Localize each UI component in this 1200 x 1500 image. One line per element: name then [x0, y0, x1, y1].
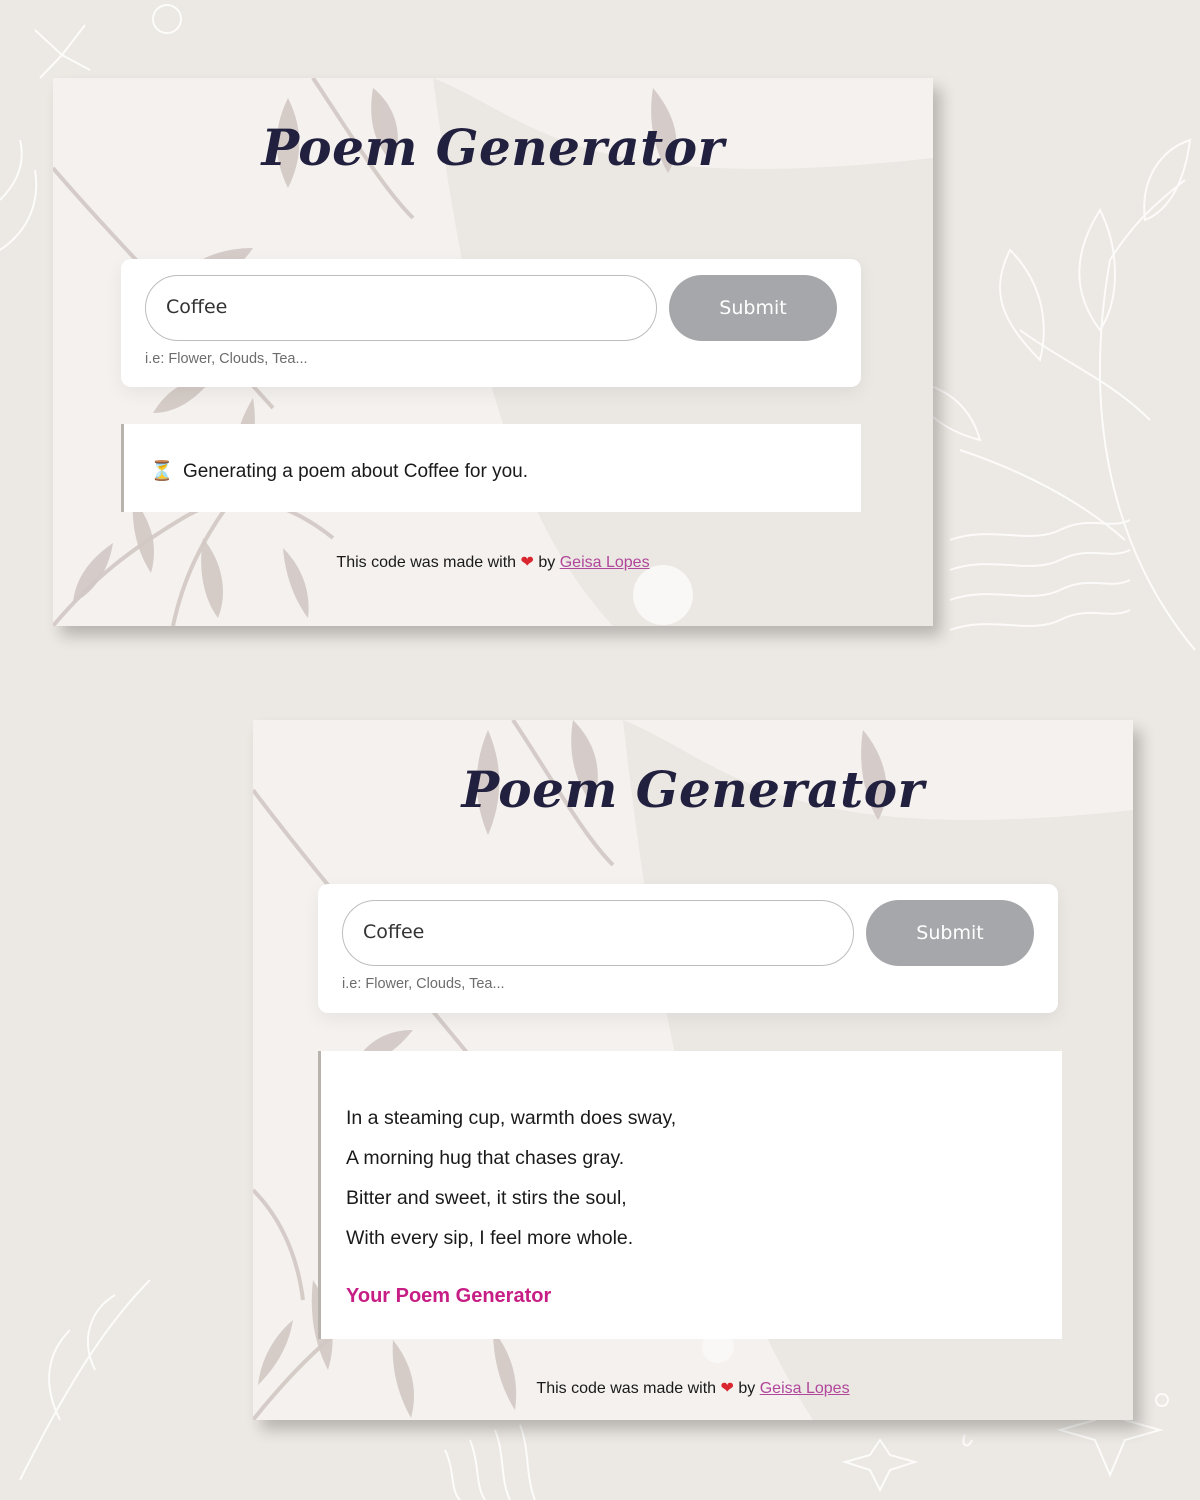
poem-line: A morning hug that chases gray.	[346, 1147, 625, 1169]
poem-line: With every sip, I feel more whole.	[346, 1227, 634, 1249]
poem-line: Bitter and sweet, it stirs the soul,	[346, 1187, 627, 1209]
poem-output-box: ⏳ Generating a poem about Coffee for you…	[121, 424, 861, 512]
footer-text: This code was made with	[536, 1380, 717, 1397]
poem-generator-card-result: Poem Generator Coffee Submit i.e: Flower…	[253, 720, 1133, 1420]
poem-signature: Your Poem Generator	[346, 1285, 552, 1307]
poem-line: In a steaming cup, warmth does sway,	[346, 1107, 677, 1129]
author-link[interactable]: Geisa Lopes	[560, 554, 650, 571]
footer-by: by	[738, 1380, 756, 1397]
input-hint: i.e: Flower, Clouds, Tea...	[145, 351, 308, 367]
page-title: Poem Generator	[261, 118, 725, 177]
hourglass-icon: ⏳	[150, 461, 174, 482]
loading-text: Generating a poem about Coffee for you.	[182, 461, 528, 482]
poem-output-box: In a steaming cup, warmth does sway, A m…	[318, 1051, 1062, 1339]
heart-icon: ❤	[520, 554, 534, 571]
footer-by: by	[538, 554, 556, 571]
footer: This code was made with ❤ by Geisa Lopes	[253, 1378, 1133, 1398]
search-form: Coffee Submit i.e: Flower, Clouds, Tea..…	[121, 259, 861, 387]
loading-message: ⏳ Generating a poem about Coffee for you…	[150, 459, 528, 483]
search-form: Coffee Submit i.e: Flower, Clouds, Tea..…	[318, 884, 1058, 1013]
submit-button[interactable]: Submit	[866, 900, 1034, 966]
poem-text: In a steaming cup, warmth does sway, A m…	[346, 1107, 676, 1267]
footer: This code was made with ❤ by Geisa Lopes	[53, 552, 933, 572]
heart-icon: ❤	[720, 1380, 734, 1397]
topic-input[interactable]: Coffee	[145, 275, 657, 341]
poem-generator-card-loading: Poem Generator Coffee Submit i.e: Flower…	[53, 78, 933, 626]
input-hint: i.e: Flower, Clouds, Tea...	[342, 976, 505, 992]
author-link[interactable]: Geisa Lopes	[760, 1380, 850, 1397]
footer-text: This code was made with	[336, 554, 517, 571]
submit-button[interactable]: Submit	[669, 275, 837, 341]
topic-input[interactable]: Coffee	[342, 900, 854, 966]
page-title: Poem Generator	[461, 760, 925, 819]
